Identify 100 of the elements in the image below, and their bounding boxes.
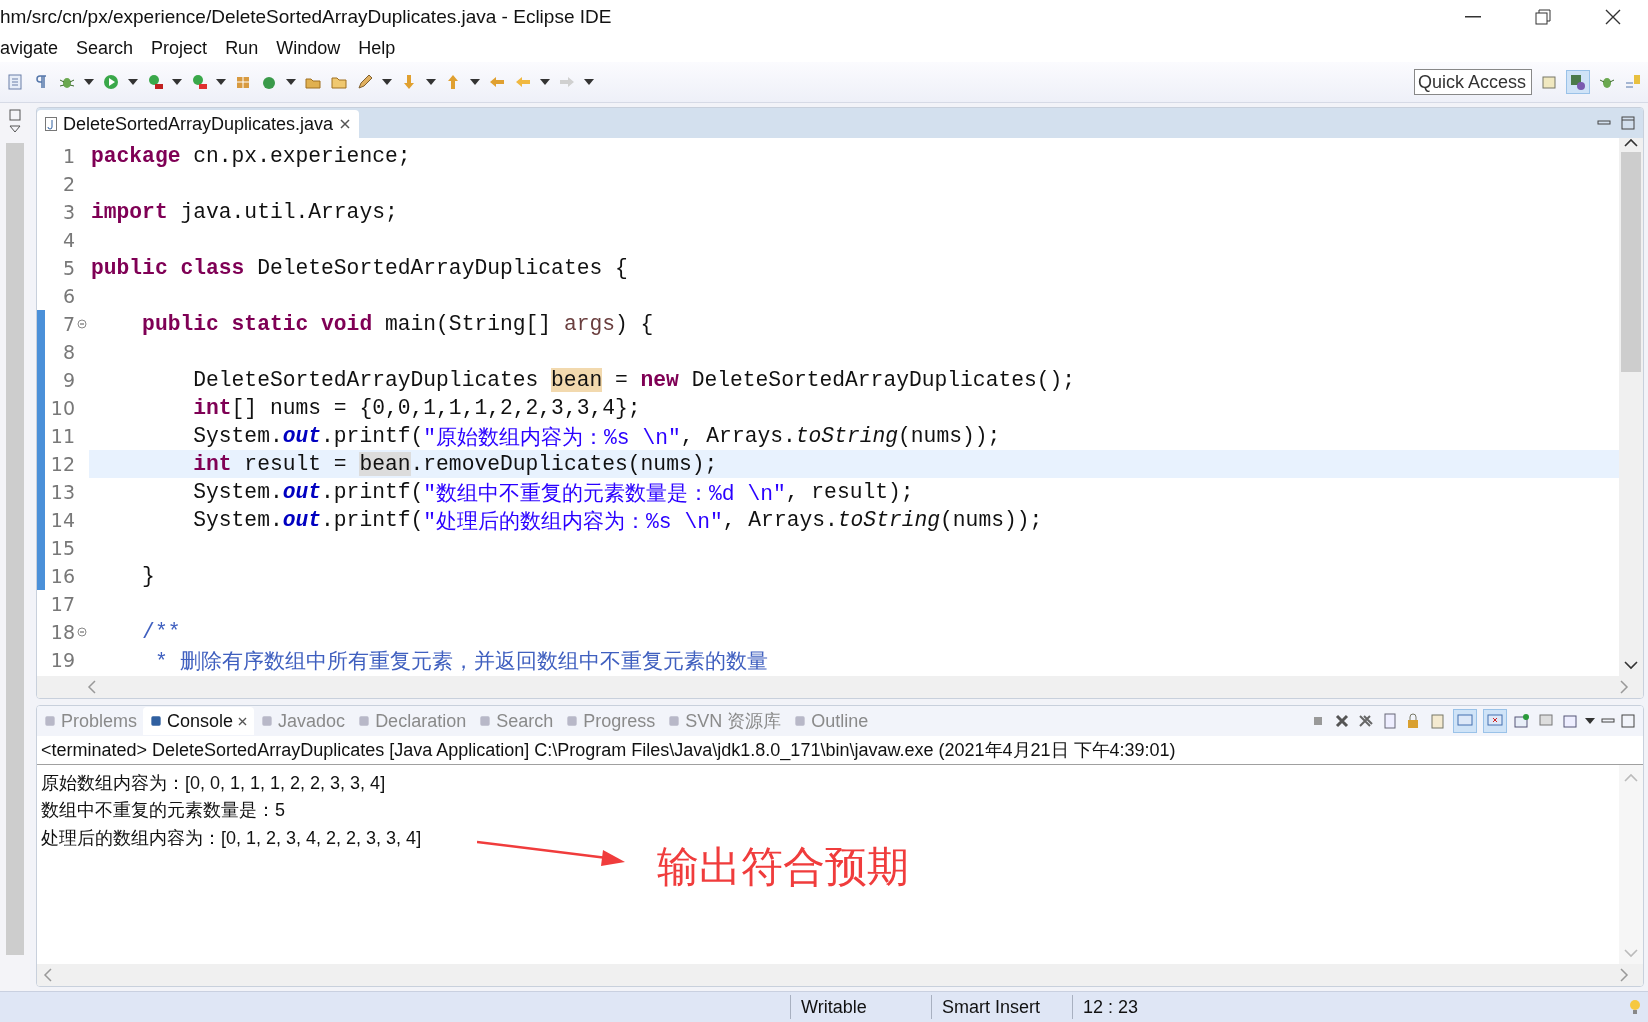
view-icon <box>43 714 57 728</box>
caret-icon[interactable] <box>426 78 436 86</box>
line-number: 2 <box>61 173 75 195</box>
play-icon[interactable] <box>102 73 120 91</box>
window-icon[interactable] <box>1561 712 1579 730</box>
highlighted-variable: bean <box>551 368 603 392</box>
code-comment: /** <box>141 620 181 644</box>
close-icon[interactable] <box>1605 9 1621 25</box>
minimize-icon[interactable] <box>1465 16 1481 18</box>
code-text: int <box>192 396 232 420</box>
fold-icon[interactable] <box>77 627 87 637</box>
code-text: , Arrays. <box>722 508 838 532</box>
lightbulb-icon[interactable] <box>1628 998 1642 1016</box>
console-output-line: 原始数组内容为：[0, 0, 1, 1, 1, 2, 2, 3, 3, 4] <box>41 771 387 795</box>
restore-icon[interactable] <box>9 109 21 121</box>
line-number: 12 <box>49 453 75 475</box>
code-text: package <box>91 144 181 168</box>
fold-icon[interactable] <box>77 319 87 329</box>
code-text: DeleteSortedArrayDuplicates(); <box>690 368 1076 392</box>
line-number: 6 <box>61 285 75 307</box>
close-icon[interactable] <box>237 715 249 727</box>
view-icon <box>478 714 493 728</box>
maximize-icon[interactable] <box>1621 714 1635 728</box>
line-number: 17 <box>49 593 75 615</box>
java-perspective-button[interactable] <box>1566 70 1590 94</box>
caret-icon[interactable] <box>9 125 21 133</box>
code-text: args <box>563 312 615 336</box>
scrollbar-thumb[interactable] <box>1621 152 1641 372</box>
caret-icon[interactable] <box>84 78 94 86</box>
line-number: 11 <box>49 425 75 447</box>
monitor-button[interactable] <box>1483 709 1507 733</box>
repository-icon[interactable] <box>1624 73 1642 91</box>
document-icon[interactable] <box>6 73 24 91</box>
code-text: (nums)); <box>898 424 1001 448</box>
line-number: 7 <box>61 313 75 335</box>
code-text: System. <box>192 508 283 532</box>
line-number: 4 <box>61 229 75 251</box>
document-icon[interactable] <box>1381 712 1399 730</box>
close-icon[interactable] <box>1333 712 1351 730</box>
code-text: main(String[] <box>383 312 553 336</box>
view-icon <box>357 714 372 728</box>
code-text: .removeDuplicates(nums); <box>410 452 718 476</box>
code-text: out <box>282 424 322 448</box>
line-number: 15 <box>49 537 75 559</box>
code-text: DeleteSortedArrayDuplicates <box>192 368 540 392</box>
code-text: cn.px.experience; <box>192 144 411 168</box>
caret-icon[interactable] <box>172 78 182 86</box>
perspective-icon[interactable] <box>1540 73 1558 91</box>
caret-icon[interactable] <box>382 78 392 86</box>
line-number: 13 <box>49 481 75 503</box>
menu-item[interactable]: Help <box>358 37 410 59</box>
view-icon <box>260 714 275 728</box>
pin-icon[interactable] <box>1513 712 1531 730</box>
code-text: (nums)); <box>940 508 1043 532</box>
caret-icon[interactable] <box>470 78 480 86</box>
code-text: public class <box>91 256 245 280</box>
code-text: "数组中不重复的元素数量是：%d \n" <box>423 480 786 507</box>
status-field: Smart Insert <box>931 995 1072 1019</box>
highlighted-variable: bean <box>359 452 411 476</box>
caret-icon[interactable] <box>584 78 594 86</box>
quick-access-field[interactable]: Quick Access <box>1414 69 1532 95</box>
line-number: 16 <box>49 565 75 587</box>
line-number: 9 <box>61 369 75 391</box>
menu-item[interactable]: Window <box>276 37 355 59</box>
code-comment: * 删除有序数组中所有重复元素，并返回数组中不重复元素的数量 <box>153 648 769 675</box>
horizontal-scrollbar[interactable] <box>37 964 1643 986</box>
editor-tab[interactable]: DeleteSortedArrayDuplicates.java <box>37 110 360 138</box>
console-output-line: 处理后的数组内容为：[0, 1, 2, 3, 4, 2, 2, 3, 3, 4] <box>41 826 423 850</box>
monitor-button[interactable] <box>1453 709 1477 733</box>
window-title: hm/src/cn/px/experience/DeleteSortedArrayDuplicates.java - Eclipse IDE <box>0 6 613 28</box>
code-text: DeleteSortedArrayDuplicates { <box>256 256 628 280</box>
menu-item[interactable]: Project <box>151 37 222 59</box>
document-icon[interactable] <box>1429 712 1447 730</box>
code-text: new <box>640 368 679 392</box>
code-text: .printf( <box>321 508 424 532</box>
caret-icon[interactable] <box>1585 717 1595 725</box>
menu-item[interactable]: Search <box>76 37 148 59</box>
code-text: .printf( <box>321 480 424 504</box>
code-text: [] nums = {0,0,1,1,1,2,2,3,3,4}; <box>231 396 641 420</box>
java-file-icon <box>45 117 57 131</box>
line-number: 5 <box>61 257 75 279</box>
maximize-icon[interactable] <box>1621 116 1635 130</box>
pen-icon[interactable] <box>356 73 374 91</box>
menu-item[interactable]: avigate <box>0 37 73 59</box>
code-text: public static void <box>141 312 373 336</box>
restore-icon[interactable] <box>1535 9 1551 25</box>
code-text: int <box>192 452 232 476</box>
menu-item[interactable]: Run <box>225 37 273 59</box>
horizontal-scrollbar[interactable] <box>37 676 1643 698</box>
caret-icon[interactable] <box>286 78 296 86</box>
code-text: toString <box>837 508 941 532</box>
close-icon[interactable] <box>339 118 352 130</box>
caret-icon[interactable] <box>216 78 226 86</box>
status-field: 12 : 23 <box>1072 995 1213 1019</box>
view-tab[interactable]: Console <box>143 707 255 735</box>
caret-icon[interactable] <box>540 78 550 86</box>
code-text: out <box>282 480 322 504</box>
view-icon <box>793 714 808 728</box>
vertical-scrollbar[interactable] <box>1619 138 1643 676</box>
caret-icon[interactable] <box>128 78 138 86</box>
